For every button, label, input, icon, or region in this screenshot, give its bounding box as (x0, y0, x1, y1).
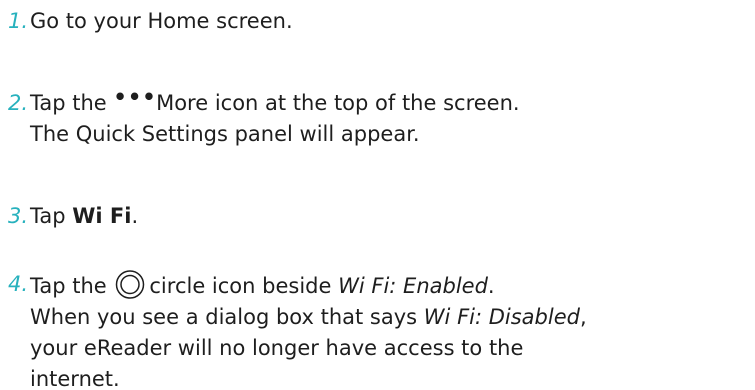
step-text-pre: Tap the (30, 91, 107, 115)
step-text-pre: When you see a dialog box that says (30, 305, 418, 329)
step-line: Go to your Home screen. (30, 9, 293, 33)
step-text: Tap the circle icon beside Wi Fi: Enable… (30, 269, 750, 390)
step-text-post: . (487, 274, 495, 298)
step-text-pre: Tap the (30, 274, 107, 298)
step-text-post: . (131, 204, 139, 228)
wifi-disabled-label: Wi Fi: Disabled (423, 305, 580, 329)
step-line: Tap the ••• More icon at the top of the … (30, 85, 750, 119)
wifi-enabled-label: Wi Fi: Enabled (338, 274, 488, 298)
step-text-post: More icon at the top of the screen. (156, 91, 520, 115)
step-number: 4. (8, 272, 29, 296)
step-line: When you see a dialog box that says Wi F… (30, 302, 750, 333)
instructions-document: 1. Go to your Home screen. 2. Tap the ••… (0, 0, 755, 390)
step-text: Tap the ••• More icon at the top of the … (30, 85, 750, 150)
step-line: Tap Wi Fi. (30, 201, 750, 232)
wifi-label: Wi Fi (72, 204, 132, 228)
step-line: internet. (30, 367, 120, 390)
circle-icon (113, 269, 147, 300)
step-text-post: circle icon beside (149, 274, 332, 298)
step-text-post: , (579, 305, 587, 329)
step-number: 2. (8, 91, 29, 115)
step-line: Tap the circle icon beside Wi Fi: Enable… (30, 269, 750, 302)
step-text-pre: Tap (30, 204, 66, 228)
step-text: Go to your Home screen. (30, 6, 750, 37)
step-text: Tap Wi Fi. (30, 201, 750, 232)
step-line: The Quick Settings panel will appear. (30, 122, 420, 146)
step-number: 3. (8, 204, 29, 228)
step-number: 1. (8, 9, 29, 33)
step-line: your eReader will no longer have access … (30, 336, 524, 360)
more-icon: ••• (113, 85, 157, 109)
